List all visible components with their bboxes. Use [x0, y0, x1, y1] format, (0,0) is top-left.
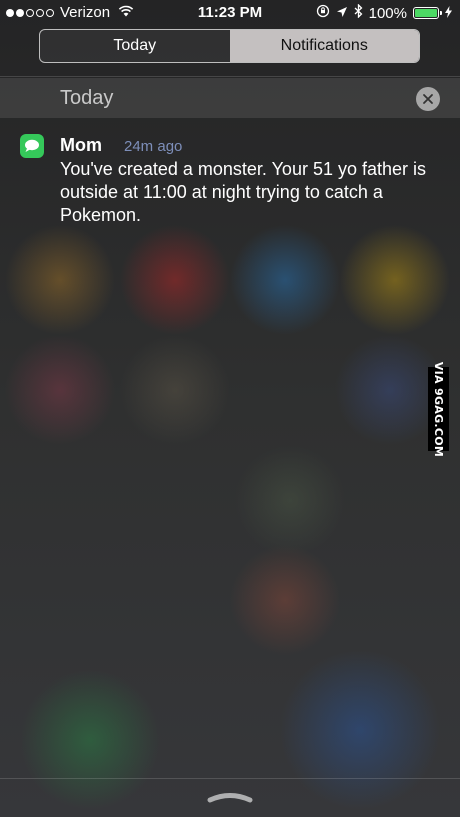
charging-bolt-icon: [445, 5, 452, 22]
notification-message: You've created a monster. Your 51 yo fat…: [60, 159, 427, 225]
bottom-divider: [0, 778, 460, 779]
battery-fill: [415, 9, 437, 17]
signal-dot: [36, 8, 44, 17]
signal-strength-icon: [6, 8, 54, 17]
location-arrow-icon: [336, 5, 348, 22]
wifi-icon: [118, 4, 134, 21]
watermark-text: VIA 9GAG.COM: [432, 361, 446, 457]
status-bar: Verizon 11:23 PM 100%: [0, 0, 460, 26]
bluetooth-icon: [354, 3, 363, 22]
signal-dot: [6, 8, 14, 17]
pull-handle-icon[interactable]: [205, 790, 255, 804]
tab-notifications[interactable]: Notifications: [229, 30, 419, 62]
rotation-lock-icon: [316, 4, 330, 22]
status-right: 100%: [316, 3, 452, 22]
close-icon: [423, 94, 433, 104]
tab-today[interactable]: Today: [40, 30, 230, 62]
messages-icon: [20, 134, 44, 158]
battery-icon: [413, 7, 442, 19]
notification-time: 24m ago: [124, 138, 183, 155]
signal-dot: [26, 8, 34, 17]
status-left: Verizon: [6, 4, 134, 21]
notification-item[interactable]: Mom 24m ago You've created a monster. Yo…: [0, 122, 460, 232]
notification-section-header: Today: [0, 78, 460, 118]
battery-nub: [440, 11, 442, 15]
view-segmented-control: Today Notifications: [39, 29, 420, 63]
carrier-name: Verizon: [60, 4, 111, 21]
section-title: Today: [60, 87, 114, 109]
signal-dot: [16, 8, 24, 17]
signal-dot: [46, 8, 54, 17]
header-divider: [0, 76, 460, 77]
clear-notifications-button[interactable]: [416, 87, 440, 111]
watermark-badge: VIA 9GAG.COM: [428, 361, 449, 457]
notification-sender: Mom: [60, 135, 102, 155]
battery-percent: 100%: [368, 4, 407, 22]
